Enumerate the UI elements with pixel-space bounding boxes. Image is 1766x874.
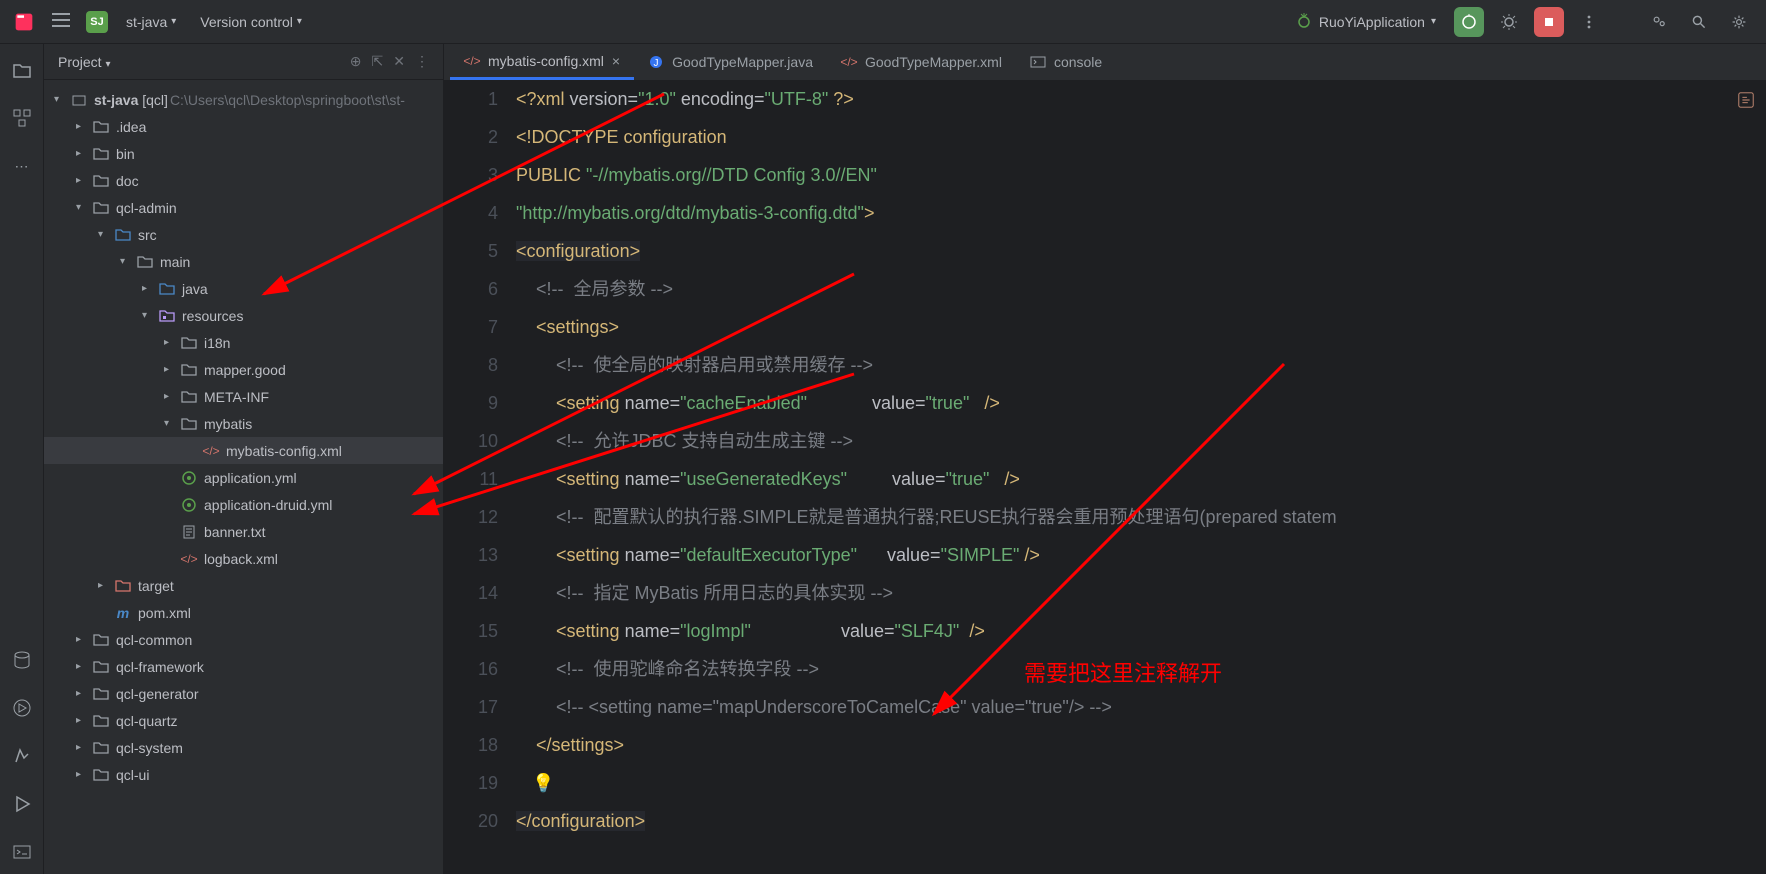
tree-node-qcl-admin[interactable]: ▾qcl-admin — [44, 194, 443, 221]
terminal-tool-icon[interactable] — [10, 840, 34, 864]
editor-tabs: </>mybatis-config.xml×JGoodTypeMapper.ja… — [444, 44, 1766, 80]
close-icon[interactable]: × — [612, 53, 620, 69]
tree-node--idea[interactable]: ▸.idea — [44, 113, 443, 140]
tree-node-application-druid-yml[interactable]: application-druid.yml — [44, 491, 443, 518]
tab-goodtypemapper-xml[interactable]: </>GoodTypeMapper.xml — [827, 44, 1016, 80]
tree-node-qcl-common[interactable]: ▸qcl-common — [44, 626, 443, 653]
project-sidebar: Project ▾ ⊕ ⇱ ✕ ⋮ ▾st-java [qcl] C:\User… — [44, 44, 444, 874]
tree-node-resources[interactable]: ▾resources — [44, 302, 443, 329]
tree-node-src[interactable]: ▾src — [44, 221, 443, 248]
tree-root[interactable]: ▾st-java [qcl] C:\Users\qcl\Desktop\spri… — [44, 86, 443, 113]
chevron-down-icon: ▾ — [171, 16, 176, 27]
tree-node-meta-inf[interactable]: ▸META-INF — [44, 383, 443, 410]
project-dropdown[interactable]: st-java▾ — [120, 10, 182, 34]
tab-mybatis-config-xml[interactable]: </>mybatis-config.xml× — [450, 44, 634, 80]
tree-node-application-yml[interactable]: application.yml — [44, 464, 443, 491]
tree-node-i18n[interactable]: ▸i18n — [44, 329, 443, 356]
project-tree[interactable]: ▾st-java [qcl] C:\Users\qcl\Desktop\spri… — [44, 80, 443, 874]
tree-node-java[interactable]: ▸java — [44, 275, 443, 302]
editor-area: </>mybatis-config.xml×JGoodTypeMapper.ja… — [444, 44, 1766, 874]
chevron-down-icon: ▾ — [1431, 16, 1436, 27]
tree-node-bin[interactable]: ▸bin — [44, 140, 443, 167]
svg-text:J: J — [654, 58, 659, 69]
stop-button[interactable] — [1534, 7, 1564, 37]
tree-node-qcl-quartz[interactable]: ▸qcl-quartz — [44, 707, 443, 734]
tree-node-banner-txt[interactable]: banner.txt — [44, 518, 443, 545]
tab-goodtypemapper-java[interactable]: JGoodTypeMapper.java — [634, 44, 827, 80]
tree-node-qcl-framework[interactable]: ▸qcl-framework — [44, 653, 443, 680]
expand-all-icon[interactable]: ⇱ — [372, 53, 384, 70]
sidebar-more-icon[interactable]: ⋮ — [415, 53, 429, 70]
project-tool-icon[interactable] — [10, 58, 34, 82]
tree-node-mybatis-config-xml[interactable]: </>mybatis-config.xml — [44, 437, 443, 464]
run-button[interactable] — [1454, 7, 1484, 37]
select-opened-icon[interactable]: ⊕ — [350, 53, 362, 70]
collapse-all-icon[interactable]: ✕ — [393, 53, 405, 70]
tree-node-qcl-ui[interactable]: ▸qcl-ui — [44, 761, 443, 788]
run-config-dropdown[interactable]: RuoYiApplication▾ — [1287, 9, 1444, 35]
tree-node-pom-xml[interactable]: mpom.xml — [44, 599, 443, 626]
vcs-dropdown[interactable]: Version control▾ — [194, 10, 308, 34]
project-badge[interactable]: SJ — [86, 11, 108, 33]
tree-node-main[interactable]: ▾main — [44, 248, 443, 275]
tree-node-doc[interactable]: ▸doc — [44, 167, 443, 194]
more-tools-icon[interactable]: ⋯ — [10, 154, 34, 178]
debug-button[interactable] — [1494, 7, 1524, 37]
tree-node-mybatis[interactable]: ▾mybatis — [44, 410, 443, 437]
sidebar-title[interactable]: Project ▾ — [58, 54, 111, 70]
search-icon[interactable] — [1684, 7, 1714, 37]
tree-node-qcl-generator[interactable]: ▸qcl-generator — [44, 680, 443, 707]
tab-console[interactable]: console — [1016, 44, 1116, 80]
ide-logo-icon[interactable] — [12, 10, 36, 34]
tree-node-mapper-good[interactable]: ▸mapper.good — [44, 356, 443, 383]
settings-icon[interactable] — [1724, 7, 1754, 37]
database-tool-icon[interactable] — [10, 648, 34, 672]
left-tool-rail: ⋯ — [0, 44, 44, 874]
main-menu-button[interactable] — [48, 9, 74, 34]
chevron-down-icon: ▾ — [105, 59, 110, 70]
code-with-me-icon[interactable] — [1644, 7, 1674, 37]
code-editor[interactable]: 1234567891011121314151617181920 <?xml ve… — [444, 80, 1766, 874]
structure-tool-icon[interactable] — [10, 106, 34, 130]
tree-node-logback-xml[interactable]: </>logback.xml — [44, 545, 443, 572]
tree-node-qcl-system[interactable]: ▸qcl-system — [44, 734, 443, 761]
intention-bulb-icon[interactable]: 💡 — [532, 773, 554, 793]
run-tool-icon[interactable] — [10, 792, 34, 816]
top-bar: SJ st-java▾ Version control▾ RuoYiApplic… — [0, 0, 1766, 44]
chevron-down-icon: ▾ — [297, 16, 302, 27]
tree-node-target[interactable]: ▸target — [44, 572, 443, 599]
annotation-text: 需要把这里注释解开 — [1024, 656, 1222, 688]
more-button[interactable] — [1574, 7, 1604, 37]
services-tool-icon[interactable] — [10, 696, 34, 720]
inspection-icon[interactable] — [1734, 88, 1758, 112]
build-tool-icon[interactable] — [10, 744, 34, 768]
